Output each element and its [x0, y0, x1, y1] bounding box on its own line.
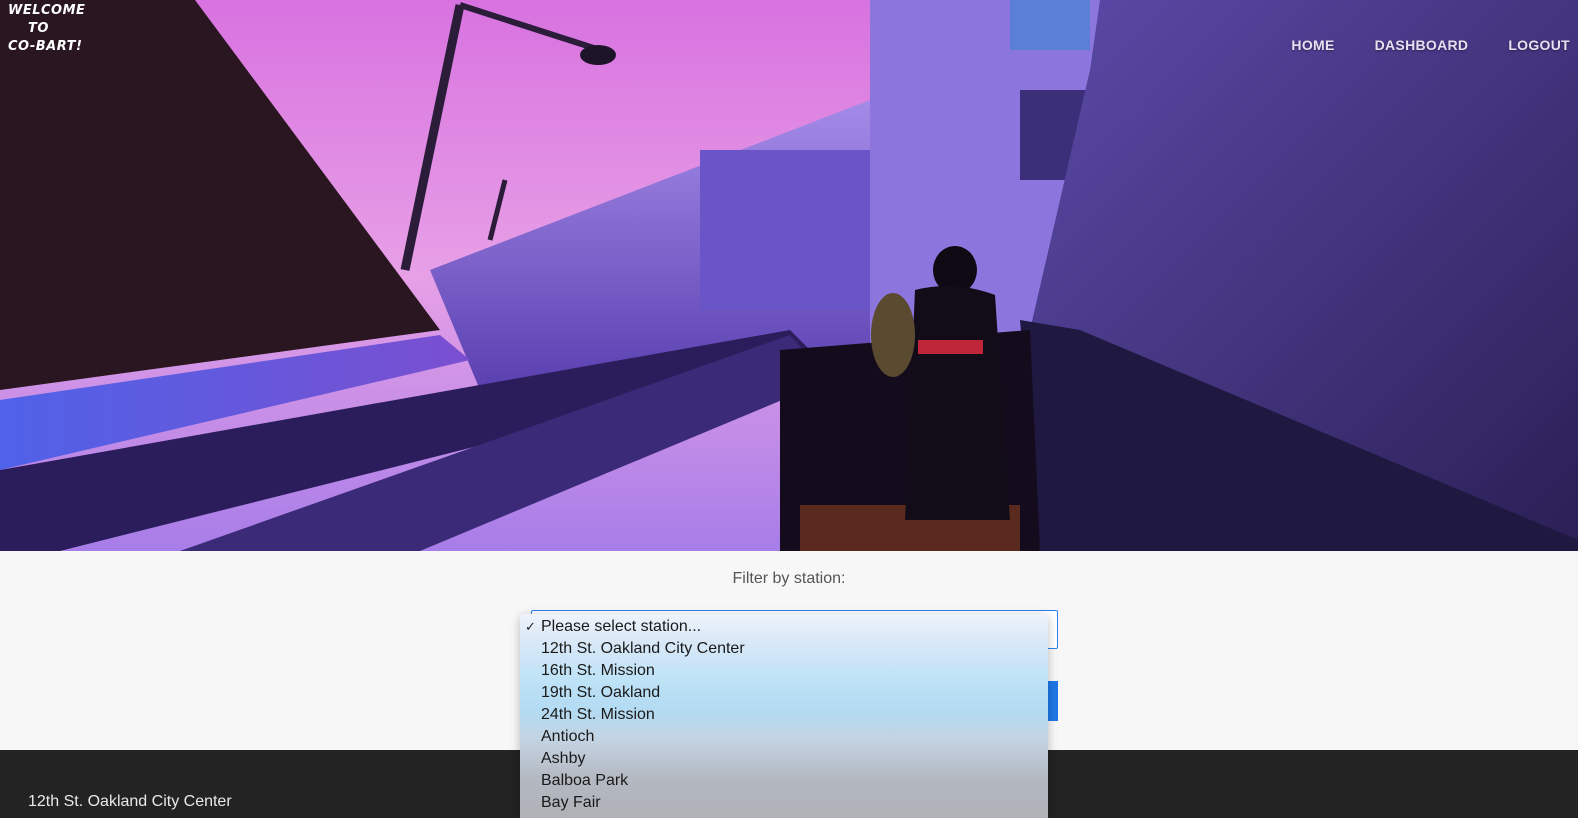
nav-home-link[interactable]: HOME — [1291, 37, 1334, 53]
option-label: 12th St. Oakland City Center — [541, 640, 745, 657]
dropdown-option[interactable]: 16th St. Mission — [520, 660, 1048, 682]
hero-image — [0, 0, 1578, 551]
logo-line-2: TO — [28, 21, 49, 36]
station-dropdown-list: ✓ Please select station... 12th St. Oakl… — [520, 614, 1048, 818]
dropdown-option[interactable]: Antioch — [520, 726, 1048, 748]
option-label: Balboa Park — [541, 772, 629, 789]
top-nav: HOME DASHBOARD LOGOUT — [1291, 37, 1570, 53]
checkmark-icon: ✓ — [525, 619, 536, 634]
nav-dashboard-link[interactable]: DASHBOARD — [1375, 37, 1469, 53]
dropdown-option[interactable]: Ashby — [520, 748, 1048, 770]
dropdown-option[interactable]: 12th St. Oakland City Center — [520, 638, 1048, 660]
option-label: Antioch — [541, 728, 595, 745]
site-logo[interactable]: WELCOME TO CO-BART! — [8, 2, 88, 56]
dropdown-option[interactable]: Bay Fair — [520, 792, 1048, 814]
dropdown-option[interactable]: 19th St. Oakland — [520, 682, 1048, 704]
nav-logout-link[interactable]: LOGOUT — [1508, 37, 1570, 53]
option-label: Please select station... — [541, 618, 702, 635]
logo-line-1: WELCOME — [8, 3, 86, 18]
footer-station-name: 12th St. Oakland City Center — [28, 793, 232, 810]
option-label: Ashby — [541, 750, 586, 767]
option-label: 24th St. Mission — [541, 706, 655, 723]
hero-banner: WELCOME TO CO-BART! HOME DASHBOARD LOGOU… — [0, 0, 1578, 551]
dropdown-option[interactable]: Balboa Park — [520, 770, 1048, 792]
dropdown-option[interactable]: 24th St. Mission — [520, 704, 1048, 726]
filter-label: Filter by station: — [732, 570, 846, 587]
option-label: 16th St. Mission — [541, 662, 655, 679]
option-label: 19th St. Oakland — [541, 684, 661, 701]
logo-line-3: CO-BART! — [8, 39, 83, 54]
dropdown-option[interactable]: ✓ Please select station... — [520, 616, 1048, 638]
page: WELCOME TO CO-BART! HOME DASHBOARD LOGOU… — [0, 0, 1578, 818]
option-label: Bay Fair — [541, 794, 601, 811]
